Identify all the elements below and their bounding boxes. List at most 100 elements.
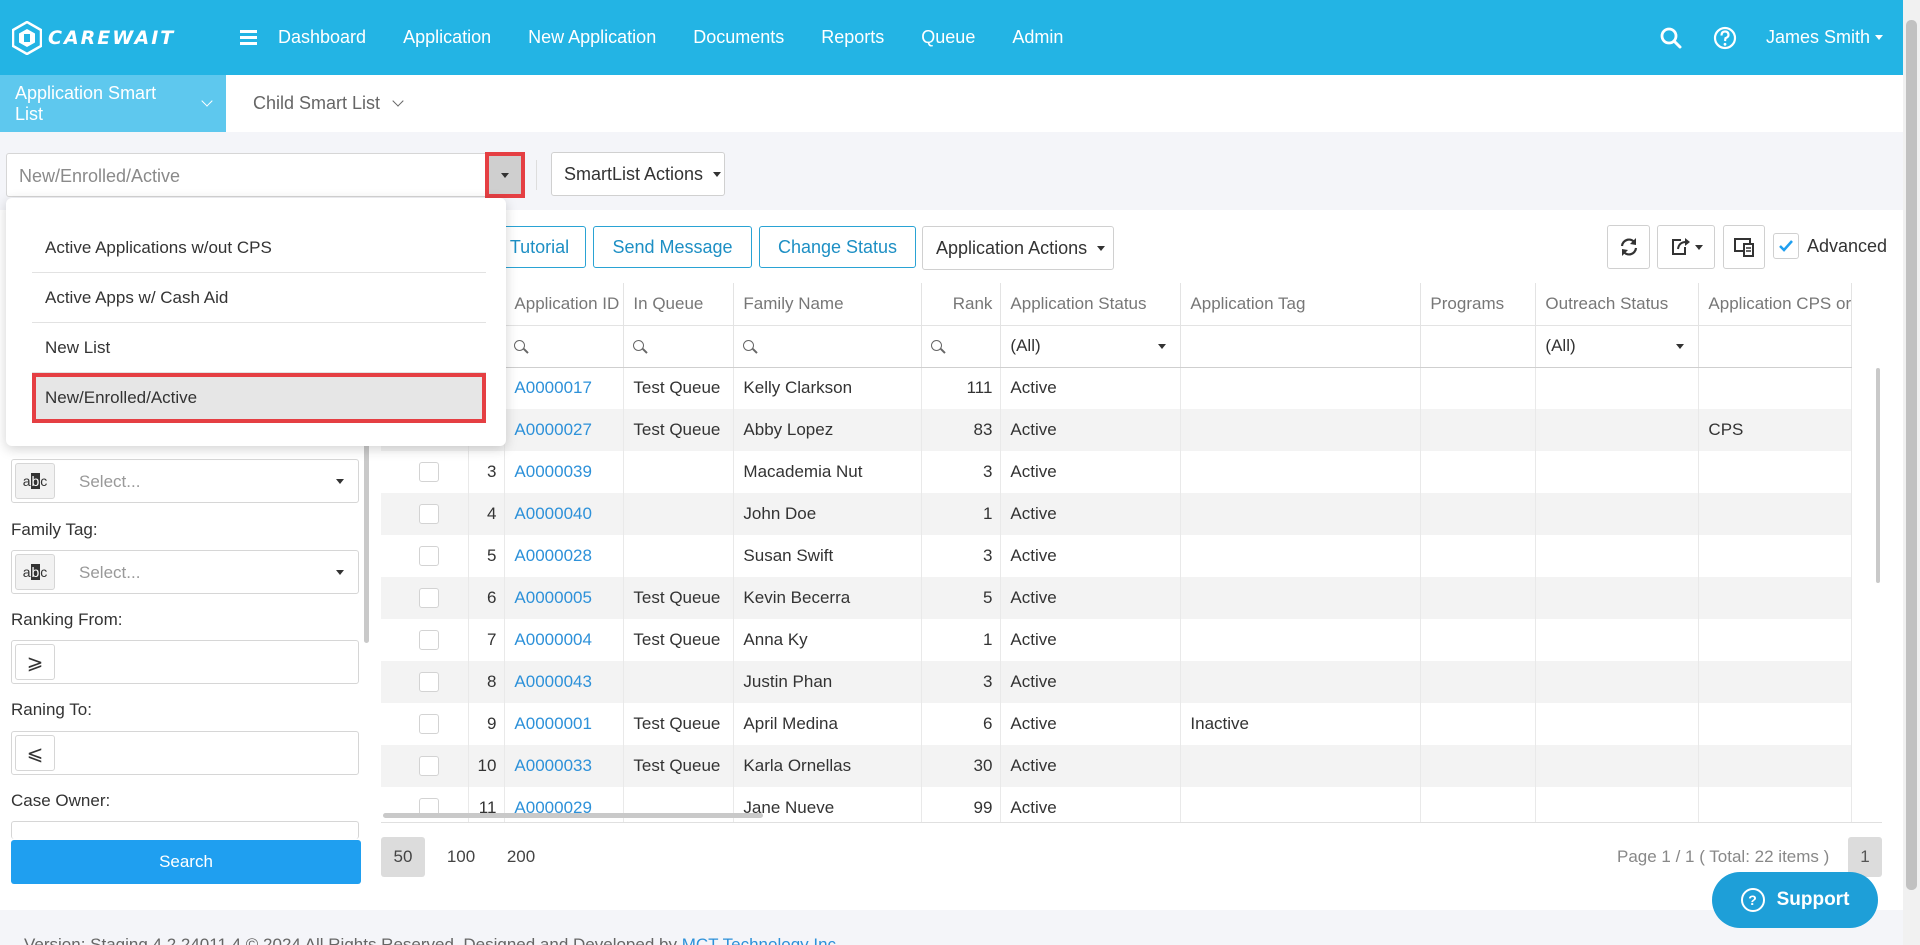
footer-company-link[interactable]: MCT Technology Inc.: [682, 935, 841, 945]
row-checkbox[interactable]: [418, 714, 439, 735]
case-owner-select[interactable]: [11, 821, 359, 839]
row-checkbox[interactable]: [418, 504, 439, 525]
rank-cell: 3: [921, 451, 1002, 493]
application-id-link[interactable]: A0000004: [504, 619, 625, 661]
smart-list-select[interactable]: New/Enrolled/Active: [6, 152, 525, 198]
advanced-checkbox[interactable]: [1773, 233, 1799, 259]
smart-list-option[interactable]: Active Applications w/out CPS: [32, 223, 486, 273]
send-message-button[interactable]: Send Message: [593, 226, 752, 268]
row-checkbox[interactable]: [418, 672, 439, 693]
outreach-status-cell: [1535, 367, 1700, 409]
row-checkbox[interactable]: [418, 630, 439, 651]
table-row[interactable]: 6 A0000005 Test Queue Kevin Becerra 5 Active: [381, 577, 1853, 619]
column-header-application-tag[interactable]: Application Tag: [1180, 283, 1422, 326]
application-id-link[interactable]: A0000039: [504, 451, 625, 493]
filter-rank[interactable]: [921, 325, 1002, 368]
tag-select[interactable]: abc Select...: [11, 459, 359, 503]
filters-scrollbar[interactable]: [364, 438, 369, 643]
in-queue-cell: [623, 451, 735, 493]
tab-application-smart-list[interactable]: Application Smart List: [0, 75, 226, 132]
help-icon[interactable]: [1712, 25, 1738, 51]
table-row[interactable]: 4 A0000040 John Doe 1 Active: [381, 493, 1853, 535]
application-id-link[interactable]: A0000043: [504, 661, 625, 703]
export-button[interactable]: [1657, 225, 1715, 269]
nav-application[interactable]: Application: [403, 27, 491, 48]
smart-list-option-selected[interactable]: New/Enrolled/Active: [32, 373, 486, 423]
advanced-toggle[interactable]: Advanced: [1773, 233, 1887, 259]
row-checkbox[interactable]: [418, 546, 439, 567]
nav-reports[interactable]: Reports: [821, 27, 884, 48]
column-header-programs[interactable]: Programs: [1420, 283, 1537, 326]
smartlist-actions-dropdown[interactable]: SmartList Actions: [551, 152, 725, 196]
grid-vertical-scrollbar[interactable]: [1876, 368, 1880, 583]
application-cps-cell: [1698, 367, 1853, 409]
table-row[interactable]: 5 A0000028 Susan Swift 3 Active: [381, 535, 1853, 577]
application-actions-dropdown[interactable]: Application Actions: [922, 226, 1114, 270]
nav-documents[interactable]: Documents: [693, 27, 784, 48]
filter-in-queue[interactable]: [623, 325, 735, 368]
filter-application-cps[interactable]: [1698, 325, 1853, 368]
family-name-cell: April Medina: [733, 703, 923, 745]
smart-list-dropdown-button[interactable]: [485, 152, 525, 198]
search-button[interactable]: Search: [11, 840, 361, 884]
logo[interactable]: CAREWAIT: [12, 20, 212, 55]
refresh-button[interactable]: [1607, 225, 1650, 269]
programs-cell: [1420, 787, 1537, 823]
filter-application-status[interactable]: (All): [1000, 325, 1182, 368]
ranking-from-input[interactable]: ⩾: [11, 640, 359, 684]
nav-dashboard[interactable]: Dashboard: [278, 27, 366, 48]
row-checkbox[interactable]: [418, 462, 439, 483]
grid-horizontal-scrollbar[interactable]: [383, 813, 763, 818]
filter-application-tag[interactable]: [1180, 325, 1422, 368]
page-size-100[interactable]: 100: [441, 837, 481, 877]
table-row[interactable]: 8 A0000043 Justin Phan 3 Active: [381, 661, 1853, 703]
column-chooser-button[interactable]: [1723, 225, 1765, 269]
column-header-application-status[interactable]: Application Status: [1000, 283, 1182, 326]
page-scrollbar-thumb[interactable]: [1906, 20, 1917, 890]
filter-family-name[interactable]: [733, 325, 923, 368]
application-id-link[interactable]: A0000040: [504, 493, 625, 535]
smart-list-option[interactable]: New List: [32, 323, 486, 373]
column-header-rank[interactable]: Rank: [921, 283, 1002, 326]
application-id-link[interactable]: A0000027: [504, 409, 625, 451]
application-id-link[interactable]: A0000033: [504, 745, 625, 787]
row-checkbox[interactable]: [418, 588, 439, 609]
tutorial-button[interactable]: Tutorial: [493, 226, 586, 268]
family-tag-select[interactable]: abc Select...: [11, 550, 359, 594]
filter-outreach-status[interactable]: (All): [1535, 325, 1700, 368]
tab-child-smart-list[interactable]: Child Smart List: [238, 75, 417, 132]
tab-label: Application Smart List: [15, 82, 157, 124]
application-id-link[interactable]: A0000005: [504, 577, 625, 619]
page-size-200[interactable]: 200: [500, 837, 542, 877]
column-header-family-name[interactable]: Family Name: [733, 283, 923, 326]
page-number-button[interactable]: 1: [1848, 837, 1882, 877]
nav-queue[interactable]: Queue: [921, 27, 975, 48]
smart-list-option[interactable]: Active Apps w/ Cash Aid: [32, 273, 486, 323]
column-header-in-queue[interactable]: In Queue: [623, 283, 735, 326]
column-header-outreach-status[interactable]: Outreach Status: [1535, 283, 1700, 326]
page-size-50[interactable]: 50: [381, 837, 425, 877]
table-row[interactable]: 3 A0000039 Macademia Nut 3 Active: [381, 451, 1853, 493]
nav-admin[interactable]: Admin: [1012, 27, 1063, 48]
table-row[interactable]: 10 A0000033 Test Queue Karla Ornellas 30 Acti…: [381, 745, 1853, 787]
column-header-application-cps[interactable]: Application CPS or: [1698, 283, 1853, 326]
search-icon[interactable]: [1658, 25, 1684, 51]
ranking-to-input[interactable]: ⩽: [11, 731, 359, 775]
application-id-link[interactable]: A0000028: [504, 535, 625, 577]
user-menu[interactable]: James Smith: [1766, 27, 1883, 48]
table-row[interactable]: A0000017 Test Queue Kelly Clarkson 111 Activ…: [381, 367, 1853, 409]
export-icon: [1672, 238, 1690, 255]
filter-application-id[interactable]: [504, 325, 625, 368]
hamburger-menu-icon[interactable]: [240, 27, 270, 48]
nav-new-application[interactable]: New Application: [528, 27, 656, 48]
change-status-button[interactable]: Change Status: [759, 226, 916, 268]
column-header-application-id[interactable]: Application ID: [504, 283, 625, 326]
application-id-link[interactable]: A0000017: [504, 367, 625, 409]
application-id-link[interactable]: A0000001: [504, 703, 625, 745]
filter-programs[interactable]: [1420, 325, 1537, 368]
table-row[interactable]: 9 A0000001 Test Queue April Medina 6 Active In…: [381, 703, 1853, 745]
table-row[interactable]: A0000027 Test Queue Abby Lopez 83 Active CPS: [381, 409, 1853, 451]
row-checkbox[interactable]: [418, 756, 439, 777]
support-button[interactable]: ? Support: [1712, 872, 1878, 928]
table-row[interactable]: 7 A0000004 Test Queue Anna Ky 1 Active: [381, 619, 1853, 661]
